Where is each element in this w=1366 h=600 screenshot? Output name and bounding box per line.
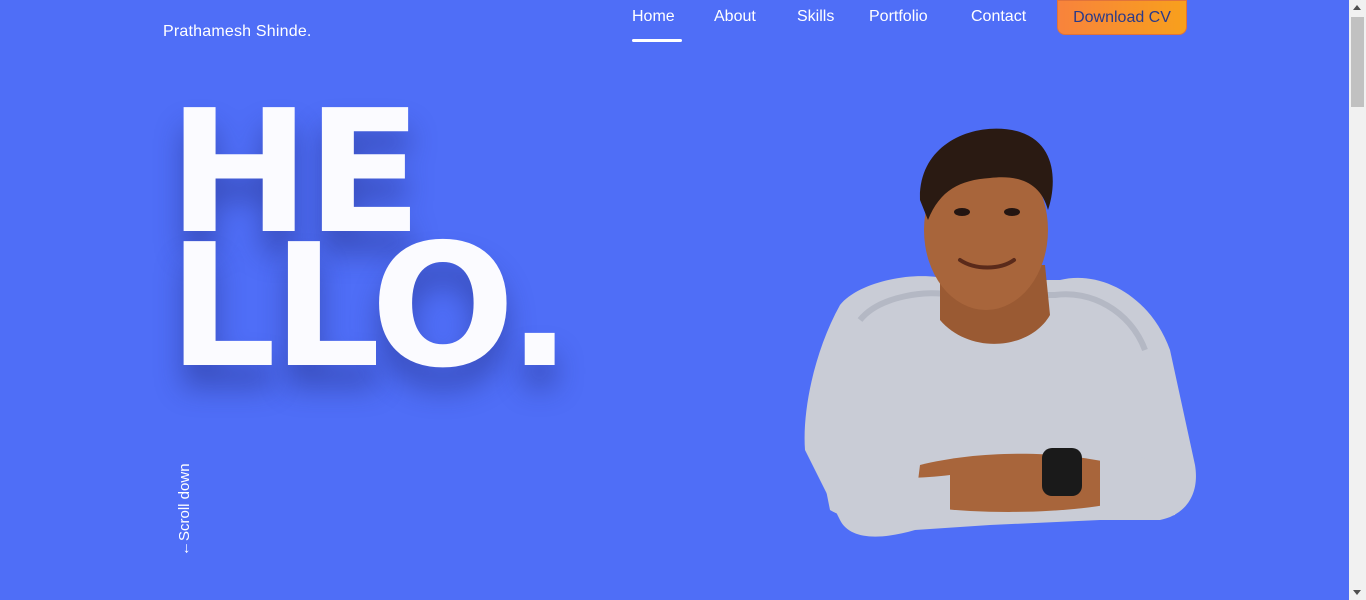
scrollbar-thumb[interactable]: [1351, 17, 1364, 107]
nav-portfolio[interactable]: Portfolio: [869, 8, 928, 26]
nav-skills[interactable]: Skills: [797, 8, 834, 26]
scroll-down-link[interactable]: ←Scroll down: [176, 463, 193, 556]
brand-logo[interactable]: Prathamesh Shinde.: [163, 23, 312, 41]
scroll-down-arrow-icon[interactable]: [1353, 590, 1361, 595]
nav-home[interactable]: Home: [632, 8, 675, 26]
page-scrollbar[interactable]: [1349, 0, 1366, 600]
nav-contact[interactable]: Contact: [971, 8, 1026, 26]
nav-about[interactable]: About: [714, 8, 756, 26]
download-cv-button[interactable]: Download CV: [1057, 0, 1187, 35]
hero-title-line2: LLO.: [168, 208, 572, 406]
scroll-up-arrow-icon[interactable]: [1353, 5, 1361, 10]
nav-active-indicator: [632, 39, 682, 42]
profile-photo: [804, 128, 1196, 537]
page: Prathamesh Shinde. Home About Skills Por…: [0, 0, 1349, 600]
